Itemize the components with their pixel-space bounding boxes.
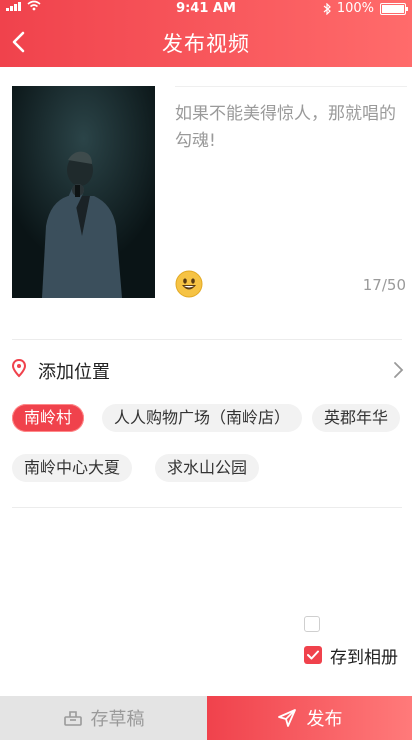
save-draft-button[interactable]: 存草稿 <box>0 696 207 740</box>
location-tag[interactable]: 英郡年华 <box>312 404 401 432</box>
save-draft-label: 存草稿 <box>90 709 145 730</box>
caption-input[interactable]: 如果不能美得惊人，那就唱的勾魂! <box>175 101 407 155</box>
bottom-action-bar: 存草稿 发布 <box>0 696 412 740</box>
smile-emoji-icon <box>175 270 203 298</box>
location-tag-selected[interactable]: 南岭村 <box>12 404 85 432</box>
location-tag[interactable]: 人人购物广场（南岭店） <box>102 404 303 432</box>
nav-bar: 发布视频 <box>0 18 412 67</box>
checkmark-icon <box>307 650 319 660</box>
bluetooth-icon <box>323 3 331 15</box>
divider-top <box>12 339 402 340</box>
video-thumbnail[interactable] <box>12 86 155 298</box>
location-tag[interactable]: 南岭中心大夏 <box>12 454 133 482</box>
add-location-row[interactable]: 添加位置 <box>0 352 412 388</box>
save-to-album-option[interactable]: 存到相册 <box>304 645 398 668</box>
draft-box-icon <box>63 711 82 726</box>
map-pin-icon <box>12 359 26 378</box>
char-counter: 17/50 <box>362 276 406 294</box>
send-icon <box>277 709 296 727</box>
checkbox-checked-icon[interactable] <box>304 646 322 664</box>
back-button[interactable] <box>6 28 34 56</box>
save-to-album-label: 存到相册 <box>330 647 398 668</box>
page-title: 发布视频 <box>162 31 250 56</box>
publish-label: 发布 <box>306 709 343 730</box>
smile-emoji-button[interactable] <box>175 270 203 302</box>
battery-icon <box>380 3 408 15</box>
publish-button[interactable]: 发布 <box>207 696 412 740</box>
singer-image <box>12 86 155 298</box>
status-bar: 9:41 AM 100% <box>0 0 412 18</box>
app-header: 9:41 AM 100% 发布视频 <box>0 0 412 67</box>
chevron-right-icon <box>394 362 404 378</box>
caption-area[interactable]: 如果不能美得惊人，那就唱的勾魂! <box>175 86 407 299</box>
unchecked-checkbox[interactable] <box>304 616 320 632</box>
divider-bottom <box>12 507 402 508</box>
add-location-label: 添加位置 <box>38 362 110 383</box>
status-right: 100% <box>323 0 408 18</box>
battery-percent: 100% <box>336 1 374 16</box>
chevron-left-icon <box>12 31 25 53</box>
location-tag[interactable]: 求水山公园 <box>155 454 260 482</box>
